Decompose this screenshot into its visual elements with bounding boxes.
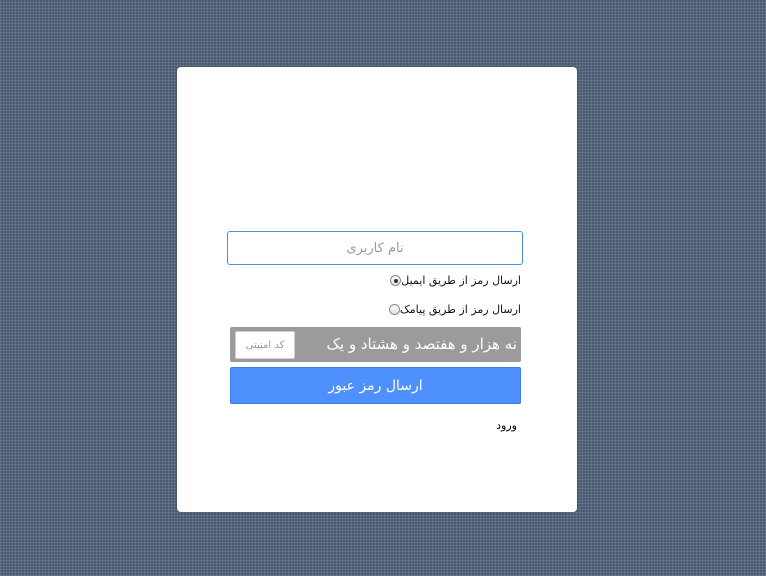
username-input[interactable] xyxy=(227,231,523,265)
radio-email-label: ارسال رمز از طریق ایمیل xyxy=(401,274,521,287)
login-link[interactable]: ورود xyxy=(496,419,517,432)
captcha-box: نه هزار و هفتصد و هشتاد و یک xyxy=(230,327,521,362)
radio-option-email[interactable]: ارسال رمز از طریق ایمیل xyxy=(384,274,521,287)
login-card: ارسال رمز از طریق ایمیل ارسال رمز از طری… xyxy=(177,67,577,512)
send-password-button[interactable]: ارسال رمز عبور xyxy=(230,367,521,404)
radio-option-sms[interactable]: ارسال رمز از طریق پیامک xyxy=(383,303,521,316)
radio-sms-button[interactable] xyxy=(388,304,400,315)
radio-sms-label: ارسال رمز از طریق پیامک xyxy=(399,303,521,316)
captcha-input[interactable] xyxy=(235,331,295,359)
captcha-question: نه هزار و هفتصد و هشتاد و یک xyxy=(326,335,518,353)
radio-email-button[interactable] xyxy=(390,275,402,286)
